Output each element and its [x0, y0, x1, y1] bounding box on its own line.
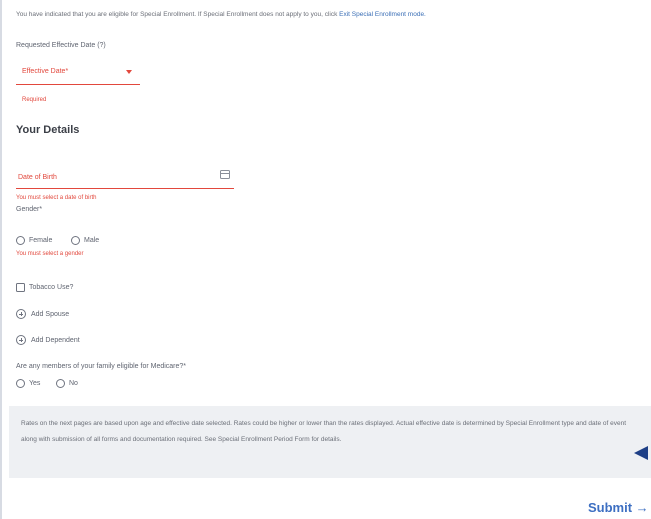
pointer-arrow-icon — [634, 446, 648, 460]
add-spouse-label: Add Spouse — [31, 310, 70, 318]
calendar-icon[interactable] — [220, 170, 230, 179]
plus-circle-icon — [16, 309, 26, 319]
gender-label: Gender* — [16, 206, 43, 213]
date-of-birth-field[interactable]: Date of Birth — [16, 164, 234, 189]
effective-date-value: Effective Date* — [22, 68, 69, 75]
checkbox-icon[interactable] — [16, 283, 25, 292]
medicare-option-no[interactable]: No — [56, 379, 78, 388]
gender-error: You must select a gender — [16, 251, 84, 257]
gender-option-label: Male — [84, 237, 100, 244]
effective-date-error: Required — [22, 97, 47, 103]
radio-icon[interactable] — [56, 379, 65, 388]
chevron-down-icon — [126, 70, 132, 74]
gender-option-female[interactable]: Female — [16, 236, 52, 245]
notice-text: You have indicated that you are eligible… — [16, 11, 338, 18]
exit-special-enrollment-link[interactable]: Exit Special Enrollment mode. — [339, 11, 426, 18]
rates-disclaimer: Rates on the next pages are based upon a… — [9, 406, 651, 478]
radio-icon[interactable] — [16, 379, 25, 388]
effective-date-label: Requested Effective Date (?) — [16, 42, 106, 49]
add-dependent-button[interactable]: Add Dependent — [16, 335, 80, 345]
medicare-option-yes[interactable]: Yes — [16, 379, 40, 388]
date-of-birth-placeholder: Date of Birth — [18, 174, 57, 181]
section-title-your-details: Your Details — [16, 124, 80, 136]
submit-button[interactable]: Submit → — [588, 500, 649, 515]
medicare-option-label: No — [69, 380, 78, 387]
medicare-question: Are any members of your family eligible … — [16, 363, 187, 370]
tobacco-use-label: Tobacco Use? — [29, 284, 74, 291]
add-dependent-label: Add Dependent — [31, 336, 80, 344]
special-enrollment-notice: You have indicated that you are eligible… — [16, 11, 636, 18]
date-of-birth-error: You must select a date of birth — [16, 195, 97, 201]
add-spouse-button[interactable]: Add Spouse — [16, 309, 69, 319]
plus-circle-icon — [16, 335, 26, 345]
radio-icon[interactable] — [16, 236, 25, 245]
rates-disclaimer-text: Rates on the next pages are based upon a… — [21, 420, 627, 443]
gender-option-male[interactable]: Male — [71, 236, 99, 245]
gender-option-label: Female — [29, 237, 53, 244]
effective-date-select[interactable]: Effective Date* — [16, 60, 140, 85]
tobacco-use-checkbox[interactable]: Tobacco Use? — [16, 283, 73, 292]
radio-icon[interactable] — [71, 236, 80, 245]
medicare-option-label: Yes — [29, 380, 41, 387]
